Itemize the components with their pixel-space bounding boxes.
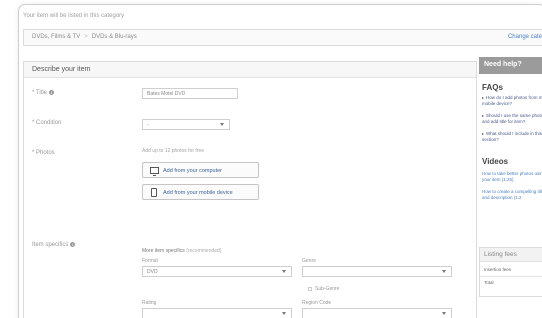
listing-fees-box: Listing fees Insertion fees Total (479, 247, 542, 297)
photos-hint: Add up to 12 photos for free (142, 148, 204, 154)
insertion-fees-label: Insertion fees (484, 267, 512, 272)
video-link[interactable]: How to take better photos using your ite… (482, 171, 542, 182)
rating-select[interactable] (142, 308, 292, 318)
genre-label: Genre (302, 258, 316, 264)
total-label: Total (484, 280, 494, 285)
help-heading: Need help? (479, 57, 542, 74)
divider (480, 276, 542, 277)
triangle-right-icon (482, 97, 484, 99)
breadcrumb-item-dvds-films-tv[interactable]: DVDs, Films & TV (32, 34, 80, 40)
item-specifics-label: Item specifics i (32, 242, 76, 249)
condition-select[interactable]: - (142, 119, 230, 130)
title-input[interactable]: Bates Motel DVD (142, 88, 238, 99)
info-icon[interactable]: i (49, 90, 55, 95)
more-item-specifics-text: More item specifics (142, 248, 185, 254)
genre-select[interactable] (302, 266, 452, 277)
add-from-mobile-label: Add from your mobile device (163, 190, 233, 196)
chevron-down-icon (442, 270, 446, 273)
chevron-down-icon (282, 312, 286, 315)
breadcrumb-item-dvds-blurays[interactable]: DVDs & Blu-rays (92, 34, 137, 40)
triangle-right-icon (482, 115, 484, 117)
add-from-computer-button[interactable]: Add from your computer (142, 162, 259, 178)
recommended-note: (recommended) (186, 248, 222, 254)
info-icon[interactable]: i (70, 242, 76, 247)
help-sidebar: Need help? FAQs How do I add photos from… (479, 57, 542, 318)
listing-form-card: Your item will be listed in this categor… (18, 4, 542, 318)
change-category-link[interactable]: Change cate (508, 34, 542, 40)
format-select[interactable]: DVD (142, 266, 292, 277)
describe-item-section: Describe your item * Title i Bates Motel … (23, 61, 477, 318)
title-label: * Title i (32, 90, 55, 97)
section-title: Describe your item (24, 62, 476, 78)
faq-item[interactable]: How do I add photos from my mobile devic… (482, 95, 542, 106)
video-link[interactable]: How to create a compelling title and des… (482, 189, 542, 200)
title-label-text: * Title (32, 90, 48, 97)
faq-item[interactable]: Should I use the same photos and add tit… (482, 113, 542, 124)
format-label: Format (142, 258, 158, 264)
format-value: DVD (147, 269, 158, 275)
faq-text: Should I use the same photos and add tit… (482, 113, 542, 124)
add-from-mobile-button[interactable]: Add from your mobile device (142, 184, 259, 200)
category-breadcrumb-box: DVDs, Films & TV > DVDs & Blu-rays Change … (23, 29, 542, 46)
add-from-computer-label: Add from your computer (163, 168, 222, 174)
photos-label: * Photos (32, 150, 55, 156)
more-item-specifics: More item specifics (recommended) (142, 248, 221, 254)
breadcrumb-separator: > (84, 34, 88, 40)
chevron-down-icon (442, 312, 446, 315)
region-code-select[interactable] (302, 308, 452, 318)
phone-icon (151, 188, 157, 197)
sub-genre-toggle[interactable]: Sub-Genre (308, 286, 339, 292)
sub-genre-label: Sub-Genre (315, 286, 340, 292)
item-specifics-label-text: Item specifics (32, 242, 69, 249)
faq-text: What should I include in this section? (482, 131, 542, 142)
faq-item[interactable]: What should I include in this section? (482, 131, 542, 142)
rating-label: Rating (142, 300, 157, 306)
sub-genre-checkbox[interactable] (308, 286, 312, 291)
breadcrumb: DVDs, Films & TV > DVDs & Blu-rays (32, 34, 137, 40)
condition-value: - (147, 122, 149, 128)
chevron-down-icon (282, 270, 286, 273)
videos-title: Videos (482, 157, 509, 166)
condition-label: * Condition (32, 120, 62, 126)
faqs-title: FAQs (482, 83, 503, 92)
triangle-right-icon (482, 133, 484, 135)
category-note: Your item will be listed in this categor… (23, 13, 125, 19)
listing-fees-title: Listing fees (480, 248, 542, 262)
faq-text: How do I add photos from my mobile devic… (482, 95, 542, 106)
region-code-label: Region Code (302, 300, 332, 306)
chevron-down-icon (220, 123, 224, 126)
monitor-icon (150, 167, 159, 176)
